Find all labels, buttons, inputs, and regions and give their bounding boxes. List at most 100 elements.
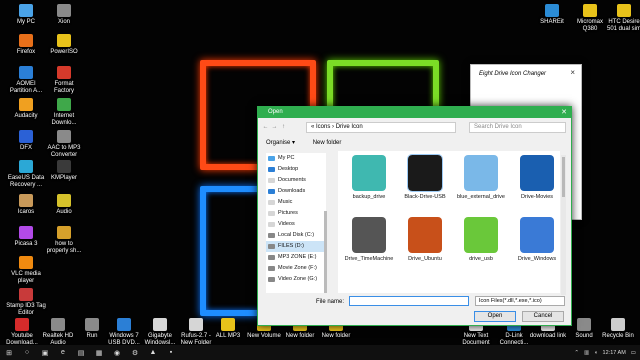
filename-input[interactable]	[349, 296, 469, 306]
nav-item[interactable]: My PC	[266, 153, 326, 164]
dialog-titlebar[interactable]: Open ✕	[258, 107, 571, 118]
drive-icon	[464, 155, 498, 191]
new-folder-button[interactable]: New folder	[313, 140, 342, 146]
open-button[interactable]: Open	[474, 311, 516, 322]
desktop-icon-all-mp3[interactable]: ALL MP3	[208, 318, 248, 340]
file-item[interactable]: Drive_Ubuntu	[398, 215, 452, 262]
desktop-icon-aomei[interactable]: AOMEI Partition A...	[6, 66, 46, 95]
nav-item-label: Movie Zone (F:)	[278, 265, 317, 271]
organise-button[interactable]: Organise ▾	[266, 140, 295, 146]
desktop-icon-icaros[interactable]: Icaros	[6, 194, 46, 216]
desktop-icon-how-to[interactable]: how to properly sh...	[44, 226, 84, 255]
rufus-icon	[189, 318, 203, 331]
desktop-icon-picasa[interactable]: Picasa 3	[6, 226, 46, 248]
file-item-label: Drive_Windows	[517, 256, 557, 262]
nav-item[interactable]: Video Zone (G:)	[266, 274, 326, 285]
kmplayer-icon	[57, 160, 71, 173]
desktop-icon-youtube[interactable]: Youtube Download...	[2, 318, 42, 345]
file-list: backup_drive Black-Drive-USB blue_external…	[338, 151, 560, 293]
up-icon[interactable]: ↑	[279, 121, 288, 134]
folder-icon	[268, 200, 275, 205]
nav-item[interactable]: FILES (D:)	[266, 241, 326, 252]
desktop-icon-vlc[interactable]: VLC media player	[6, 256, 46, 285]
path-box[interactable]: « Icons › Drive Icon	[306, 122, 456, 133]
edge-icon[interactable]: e	[54, 345, 72, 360]
file-item-label: Black-Drive-USB	[404, 194, 446, 200]
file-scroll-thumb[interactable]	[562, 157, 565, 197]
open-dialog[interactable]: Open ✕ ← → ↑ « Icons › Drive Icon Search D…	[257, 106, 572, 326]
nav-item[interactable]: Local Disk (C:)	[266, 230, 326, 241]
file-item[interactable]: Drive-Movies	[510, 153, 560, 200]
path-icons[interactable]: Icons	[316, 124, 330, 130]
desktop-icon-firefox[interactable]: Firefox	[6, 34, 46, 56]
drive-icon	[352, 217, 386, 253]
desktop-icon-xion[interactable]: Xion	[44, 4, 84, 26]
nav-item[interactable]: Music	[266, 197, 326, 208]
search-icon[interactable]: ○	[18, 345, 36, 360]
nav-scrollbar[interactable]	[324, 211, 327, 293]
address-bar: ← → ↑ « Icons › Drive Icon Search Drive Ic…	[261, 121, 569, 134]
start-icon[interactable]: ⊞	[0, 345, 18, 360]
desktop-icon-easeus[interactable]: EaseUS Data Recovery ...	[6, 160, 46, 189]
nav-item[interactable]: MP3 ZONE (E:)	[266, 252, 326, 263]
desktop-icon-recycle[interactable]: Recycle Bin	[598, 318, 638, 340]
desktop-icon-label: New folder	[285, 333, 315, 339]
desktop-icon-format-factory[interactable]: Format Factory	[44, 66, 84, 95]
notification-icon[interactable]: ▭	[631, 350, 636, 356]
store-icon[interactable]: ▦	[90, 345, 108, 360]
desktop-icon-aac-mp3[interactable]: AAC to MP3 Converter	[44, 130, 84, 159]
volume-icon[interactable]: ◖	[594, 350, 597, 356]
filetype-select[interactable]: Icon Files(*.dll,*.exe,*.ico)	[475, 296, 565, 306]
desktop-icon-poweriso[interactable]: PowerISO	[44, 34, 84, 56]
forward-icon[interactable]: →	[270, 121, 279, 134]
desktop-icon-my-pc[interactable]: My PC	[6, 4, 46, 26]
shareit-icon	[545, 4, 559, 17]
desktop-icon-audio[interactable]: Audio	[44, 194, 84, 216]
desktop-icon-audacity[interactable]: Audacity	[6, 98, 46, 120]
path-drive-icon[interactable]: Drive Icon	[336, 124, 363, 130]
file-scrollbar[interactable]	[561, 155, 566, 295]
desktop-icon-label: Icaros	[17, 209, 35, 215]
task-view-icon[interactable]: ▣	[36, 345, 54, 360]
nav-item-label: FILES (D:)	[278, 243, 304, 249]
chevron-up-icon[interactable]: ⌃	[574, 350, 579, 356]
search-input[interactable]: Search Drive Icon	[469, 122, 566, 133]
clock[interactable]: 12:17 AM	[603, 350, 626, 356]
file-item[interactable]: backup_drive	[342, 153, 396, 200]
network-icon[interactable]: ▥	[584, 350, 589, 356]
app-icon[interactable]: ▪	[162, 345, 180, 360]
file-item[interactable]: Drive_TimeMachine	[342, 215, 396, 262]
desktop-icon-kmplayer[interactable]: KMPlayer	[44, 160, 84, 182]
file-item[interactable]: drive_usb	[454, 215, 508, 262]
path-separator: ›	[332, 124, 335, 130]
desktop-icon-htc[interactable]: HTC Desire 501 dual sim	[604, 4, 640, 33]
desktop-icon-stamp[interactable]: Stamp ID3 Tag Editor	[6, 288, 46, 317]
file-item[interactable]: Drive_Windows	[510, 215, 560, 262]
nav-item[interactable]: Downloads	[266, 186, 326, 197]
file-item[interactable]: blue_external_drive	[454, 153, 508, 200]
desktop-icon-internet-download[interactable]: Internet Downlo...	[44, 98, 84, 127]
gigabyte-icon	[153, 318, 167, 331]
nav-item[interactable]: Desktop	[266, 164, 326, 175]
folder-icon	[268, 167, 275, 172]
path-overflow[interactable]: «	[311, 124, 314, 130]
vlc-icon[interactable]: ▲	[144, 345, 162, 360]
nav-item[interactable]: Movie Zone (F:)	[266, 263, 326, 274]
close-icon[interactable]: ✕	[561, 107, 567, 118]
file-item[interactable]: Black-Drive-USB	[398, 153, 452, 200]
settings-icon[interactable]: ⚙	[126, 345, 144, 360]
back-icon[interactable]: ←	[261, 121, 270, 134]
desktop-icon-gigabyte[interactable]: Gigabyte Windowsl...	[140, 318, 180, 345]
desktop-icon-win7usb[interactable]: Windows 7 USB DVD...	[104, 318, 144, 345]
explorer-icon[interactable]: ▤	[72, 345, 90, 360]
cancel-button[interactable]: Cancel	[522, 311, 564, 322]
nav-item[interactable]: Documents	[266, 175, 326, 186]
chrome-icon[interactable]: ◉	[108, 345, 126, 360]
drive-icon	[464, 217, 498, 253]
desktop-icon-label: Audacity	[14, 113, 38, 119]
nav-item[interactable]: Pictures	[266, 208, 326, 219]
desktop-icon-shareit[interactable]: SHAREit	[532, 4, 572, 26]
close-icon[interactable]: ×	[570, 68, 575, 77]
desktop-icon-dfx[interactable]: DFX	[6, 130, 46, 152]
nav-item[interactable]: Videos	[266, 219, 326, 230]
